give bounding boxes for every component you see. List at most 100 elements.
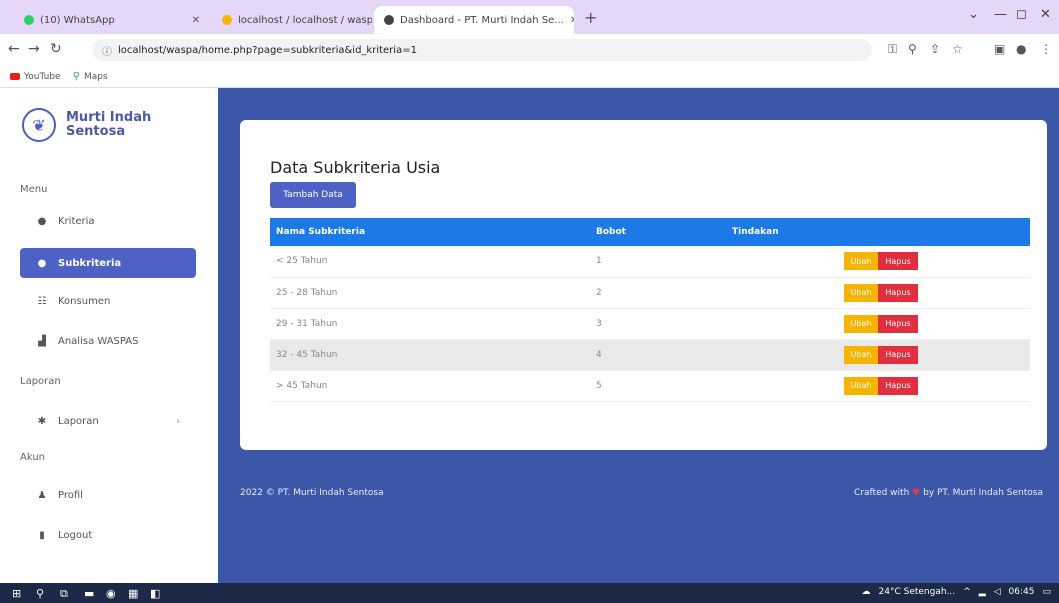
star-icon[interactable]: ☆ xyxy=(952,42,963,56)
circle-icon: ● xyxy=(37,215,47,227)
section-heading-akun: Akun xyxy=(20,452,45,463)
chevron-up-icon[interactable]: ^ xyxy=(963,587,971,597)
close-icon[interactable]: ✕ xyxy=(570,15,574,26)
page: ❦ Murti Indah Sentosa Menu ● Kriteria ● … xyxy=(0,88,1059,583)
sidebar-item-label: Subkriteria xyxy=(58,257,122,269)
notification-icon[interactable]: ▭ xyxy=(1042,587,1051,597)
sidebar-item-laporan[interactable]: ✱ Laporan › xyxy=(20,406,196,436)
close-icon[interactable]: ✕ xyxy=(192,15,200,26)
zoom-icon[interactable]: ⚲ xyxy=(908,42,917,56)
edit-button[interactable]: Ubah xyxy=(844,252,878,271)
delete-button[interactable]: Hapus xyxy=(878,252,918,271)
logout-icon: ▮ xyxy=(39,529,45,541)
user-icon: ♟ xyxy=(37,489,47,501)
table-row: < 25 Tahun 1 Ubah Hapus xyxy=(270,246,1030,278)
tab-title: localhost / localhost / waspa | ph... xyxy=(238,14,372,26)
sidebar-item-logout[interactable]: ▮ Logout xyxy=(20,520,196,550)
app-icon[interactable]: ▦ xyxy=(128,587,138,600)
subkriteria-table: Nama Subkriteria Bobot Tindakan < 25 Tah… xyxy=(270,218,1030,402)
tab-whatsapp[interactable]: (10) WhatsApp ✕ xyxy=(14,6,210,34)
address-toolbar: ← → ↻ ⓘ localhost/waspa/home.php?page=su… xyxy=(0,34,1059,66)
brand-name: Murti Indah Sentosa xyxy=(66,110,152,139)
sidebar-item-label: Analisa WASPAS xyxy=(58,335,139,347)
tab-phpmyadmin[interactable]: localhost / localhost / waspa | ph... ✕ xyxy=(212,6,372,34)
profile-avatar[interactable]: ● xyxy=(1016,42,1026,56)
sidebar-item-kriteria[interactable]: ● Kriteria xyxy=(20,206,196,236)
cell-nama: 25 - 28 Tahun xyxy=(270,277,590,309)
info-icon: ⓘ xyxy=(102,46,112,58)
edit-button[interactable]: Ubah xyxy=(844,283,878,302)
chevron-right-icon: › xyxy=(176,415,180,427)
edit-button[interactable]: Ubah xyxy=(844,345,878,364)
key-icon[interactable]: ⚿ xyxy=(888,42,897,57)
youtube-icon xyxy=(10,73,20,80)
cell-tindakan: Ubah Hapus xyxy=(726,308,1030,340)
file-explorer-icon[interactable]: ▬ xyxy=(84,587,94,600)
chart-icon: ▟ xyxy=(38,335,46,347)
url-bar[interactable]: ⓘ localhost/waspa/home.php?page=subkrite… xyxy=(92,39,872,61)
search-icon[interactable]: ⚲ xyxy=(36,587,44,600)
weather-text[interactable]: 24°C Setengah... xyxy=(879,587,956,597)
table-row: 32 - 45 Tahun 4 Ubah Hapus xyxy=(270,339,1030,371)
cell-nama: 32 - 45 Tahun xyxy=(270,339,590,371)
gear-icon: ✱ xyxy=(37,415,47,427)
windows-start-icon[interactable]: ⊞ xyxy=(12,587,21,600)
chevron-down-icon[interactable]: ⌄ xyxy=(968,7,979,22)
bookmark-label: Maps xyxy=(83,71,108,82)
edit-button[interactable]: Ubah xyxy=(844,314,878,333)
bookmark-label: YouTube xyxy=(24,71,61,82)
table-row: > 45 Tahun 5 Ubah Hapus xyxy=(270,370,1030,402)
table-header-row: Nama Subkriteria Bobot Tindakan xyxy=(270,218,1030,246)
cell-nama: 29 - 31 Tahun xyxy=(270,308,590,340)
cell-nama: > 45 Tahun xyxy=(270,370,590,402)
sidebar-item-profil[interactable]: ♟ Profil xyxy=(20,480,196,510)
delete-button[interactable]: Hapus xyxy=(878,283,918,302)
chrome-icon[interactable]: ◉ xyxy=(106,587,116,600)
table-row: 29 - 31 Tahun 3 Ubah Hapus xyxy=(270,308,1030,340)
forward-button[interactable]: → xyxy=(28,41,40,57)
footer-credit: Crafted with ♥ by PT. Murti Indah Sentos… xyxy=(854,488,1043,498)
section-heading-menu: Menu xyxy=(20,184,48,195)
maximize-button[interactable]: ◻ xyxy=(1016,7,1027,22)
volume-icon[interactable]: ◁ xyxy=(994,587,1001,597)
users-icon: ☷ xyxy=(37,295,47,307)
back-button[interactable]: ← xyxy=(8,41,20,57)
sidepanel-icon[interactable]: ▣ xyxy=(994,42,1005,56)
delete-button[interactable]: Hapus xyxy=(878,314,918,333)
clock[interactable]: 06:45 xyxy=(1009,587,1035,597)
cell-bobot: 1 xyxy=(590,246,726,278)
bookmark-youtube[interactable]: YouTube xyxy=(10,72,61,82)
heart-icon: ♥ xyxy=(912,488,921,498)
weather-icon: ☁ xyxy=(861,587,871,597)
minimize-button[interactable]: — xyxy=(994,7,1007,22)
delete-button[interactable]: Hapus xyxy=(878,376,918,395)
cell-tindakan: Ubah Hapus xyxy=(726,339,1030,371)
bookmark-maps[interactable]: ⚲ Maps xyxy=(73,71,108,82)
footer-credit-post: by PT. Murti Indah Sentosa xyxy=(923,488,1043,498)
new-tab-button[interactable]: + xyxy=(584,8,597,28)
bookmarks-bar: YouTube ⚲ Maps xyxy=(0,66,1059,88)
brand[interactable]: ❦ Murti Indah Sentosa xyxy=(22,108,166,142)
map-pin-icon: ⚲ xyxy=(72,71,80,82)
close-window-button[interactable]: ✕ xyxy=(1040,7,1051,22)
tab-dashboard[interactable]: Dashboard - PT. Murti Indah Se... ✕ xyxy=(374,6,574,34)
footer-copyright: 2022 © PT. Murti Indah Sentosa xyxy=(240,488,384,498)
reload-button[interactable]: ↻ xyxy=(50,41,62,57)
add-data-button[interactable]: Tambah Data xyxy=(270,182,356,208)
sidebar-item-konsumen[interactable]: ☷ Konsumen xyxy=(20,286,196,316)
task-view-icon[interactable]: ⧉ xyxy=(60,587,68,601)
share-icon[interactable]: ⇪ xyxy=(930,42,940,56)
network-icon[interactable]: ▂ xyxy=(979,587,986,597)
sidebar-item-subkriteria[interactable]: ● Subkriteria xyxy=(20,248,196,278)
delete-button[interactable]: Hapus xyxy=(878,345,918,364)
sidebar-item-label: Profil xyxy=(58,489,83,501)
app-icon[interactable]: ◧ xyxy=(150,587,160,600)
sidebar-item-label: Konsumen xyxy=(58,295,111,307)
cell-bobot: 5 xyxy=(590,370,726,402)
sidebar-item-analisa-waspas[interactable]: ▟ Analisa WASPAS xyxy=(20,326,196,356)
cell-tindakan: Ubah Hapus xyxy=(726,277,1030,309)
menu-icon[interactable]: ⋮ xyxy=(1040,42,1052,56)
circle-icon: ● xyxy=(37,257,47,269)
edit-button[interactable]: Ubah xyxy=(844,376,878,395)
browser-tab-bar: (10) WhatsApp ✕ localhost / localhost / … xyxy=(0,0,1059,34)
